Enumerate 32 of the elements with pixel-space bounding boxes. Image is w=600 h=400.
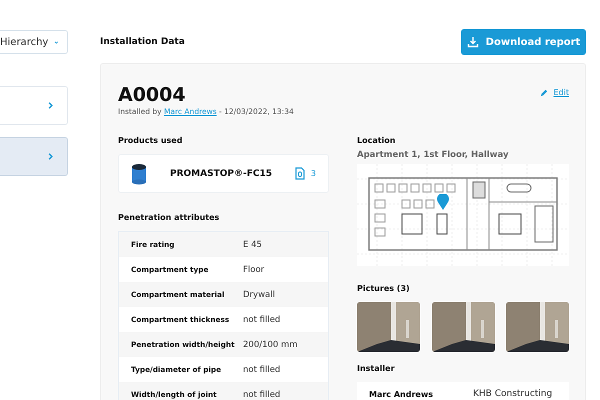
products-heading: Products used — [118, 136, 184, 145]
installation-id: A0004 — [118, 84, 187, 106]
download-icon — [466, 36, 479, 48]
documents-button[interactable]: 3 — [294, 167, 316, 180]
product-card[interactable]: PROMASTOP®-FC15 3 — [118, 154, 329, 193]
attribute-value: not filled — [243, 314, 280, 324]
chevron-icon — [46, 101, 55, 110]
download-report-button[interactable]: Download report — [461, 29, 586, 55]
document-icon — [294, 167, 305, 180]
attribute-value: not filled — [243, 390, 280, 400]
attribute-value: Floor — [243, 264, 264, 274]
attribute-value: E 45 — [243, 240, 262, 250]
edit-button[interactable]: Edit — [540, 88, 569, 97]
sidebar-card[interactable] — [0, 86, 68, 125]
hierarchy-dropdown[interactable]: Hierarchy — [0, 30, 68, 54]
installer-company: KHB Constructing — [473, 389, 552, 399]
attribute-value: Drywall — [243, 290, 275, 300]
section-title: Installation Data — [100, 37, 185, 47]
attribute-value: not filled — [243, 364, 280, 374]
pencil-icon — [540, 88, 548, 96]
location-heading: Location — [357, 136, 396, 145]
pictures-heading: Pictures (3) — [357, 284, 411, 293]
penetration-heading: Penetration attributes — [118, 213, 220, 222]
installer-heading: Installer — [357, 364, 396, 373]
product-name: PROMASTOP®-FC15 — [170, 168, 273, 178]
installer-name: Marc Andrews — [369, 390, 434, 398]
cylinder-icon — [131, 162, 147, 184]
sidebar-card[interactable] — [0, 137, 68, 176]
map-pin-icon — [437, 194, 449, 210]
location-address: Apartment 1, 1st Floor, Hallway — [357, 150, 510, 160]
chevron-icon — [46, 152, 55, 161]
attribute-value: 200/100 mm — [243, 340, 298, 350]
